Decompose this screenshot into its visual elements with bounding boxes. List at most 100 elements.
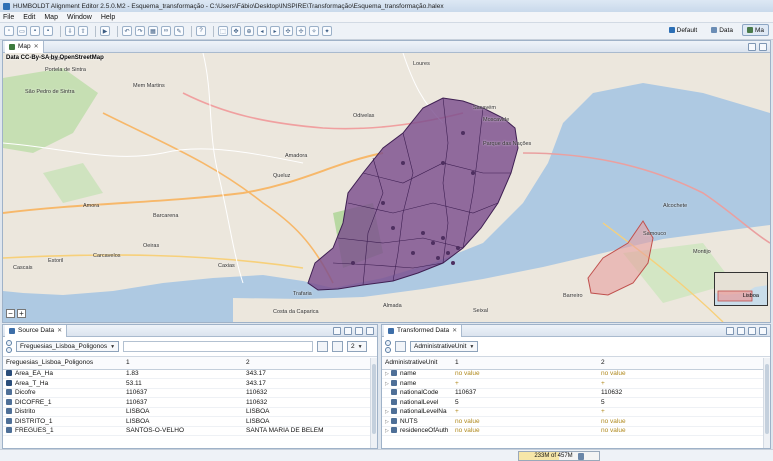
refresh-button[interactable] <box>395 341 406 352</box>
target-type-select[interactable]: AdministrativeUnit ▼ <box>410 341 479 352</box>
nav-forward-icon[interactable]: ▸ <box>270 26 280 36</box>
table-row[interactable]: Dicofre 110637 110632 <box>3 388 377 398</box>
zoom-tool-icon[interactable]: ⊕ <box>244 26 254 36</box>
radio-icon[interactable] <box>6 340 12 346</box>
extent-icon[interactable]: ✣ <box>283 26 293 36</box>
heap-label: 233M of 457M <box>534 453 573 459</box>
place-label: Carcavelos <box>93 253 121 259</box>
map-canvas[interactable]: Sintra Portela de Sintra São Pedro de Si… <box>3 53 770 322</box>
menu-map[interactable]: Map <box>44 14 58 21</box>
table-view-icon[interactable] <box>726 327 734 335</box>
redo-icon[interactable]: ↷ <box>135 26 145 36</box>
minimize-icon[interactable] <box>748 43 756 51</box>
cell-value: + <box>598 378 770 389</box>
radio-icon[interactable] <box>385 340 391 346</box>
undo-icon[interactable]: ↶ <box>122 26 132 36</box>
source-type-select[interactable]: Freguesias_Lisboa_Poligonos ▼ <box>16 341 120 352</box>
main-toolbar: ▫ ▭ ▪ ▪ ⇩ ⇧ ▶ ↶ ↷ ▦ ∞ ✎ ? ⬚ ✥ ⊕ ◂ ▸ ✣ ✢ … <box>0 23 773 40</box>
zoom-in-button[interactable]: + <box>17 309 26 318</box>
minimap-graphic <box>715 273 767 302</box>
column-header[interactable]: 2 <box>243 357 377 370</box>
table-row[interactable]: DICOFRE_1 110637 110632 <box>3 397 377 408</box>
zoom-out-button[interactable]: − <box>6 309 15 318</box>
column-header[interactable]: 2 <box>598 357 770 370</box>
vertical-scrollbar[interactable] <box>763 358 770 448</box>
menu-window[interactable]: Window <box>67 14 92 21</box>
tree-view-icon[interactable] <box>737 327 745 335</box>
scrollbar-thumb[interactable] <box>372 364 376 434</box>
perspective-data[interactable]: Data <box>706 24 738 36</box>
table-row[interactable]: Distrito LISBOA LISBOA <box>3 407 377 417</box>
place-label: Trafaria <box>293 291 312 297</box>
perspective-default[interactable]: Default <box>664 24 703 36</box>
open-folder-icon[interactable]: ▭ <box>17 26 27 36</box>
column-header[interactable]: Freguesias_Lisboa_Poligonos <box>3 357 123 370</box>
column-header[interactable]: AdministrativeUnit <box>382 357 452 370</box>
close-icon[interactable]: ✕ <box>34 43 39 50</box>
close-icon[interactable]: ✕ <box>57 327 62 334</box>
source-data-panel: Source Data ✕ Freguesias_Lisboa_Poligono… <box>2 324 378 449</box>
cell-value: SANTA MARIA DE BELÉM <box>243 426 377 436</box>
tab-map[interactable]: Map ✕ <box>5 40 44 53</box>
table-row[interactable]: ▷ NUTS no value no value <box>382 416 770 427</box>
table-row[interactable]: nationalCode 110637 110632 <box>382 388 770 398</box>
help-icon[interactable]: ? <box>196 26 206 36</box>
column-header[interactable]: 1 <box>123 357 243 370</box>
save-icon[interactable]: ▪ <box>30 26 40 36</box>
table-view-icon[interactable] <box>333 327 341 335</box>
refresh-button[interactable] <box>332 341 344 352</box>
save-as-icon[interactable]: ▪ <box>43 26 53 36</box>
comment-icon[interactable]: ✎ <box>174 26 184 36</box>
radio-icon[interactable] <box>385 347 391 353</box>
separator <box>60 25 61 37</box>
radio-icon[interactable] <box>6 347 12 353</box>
minimize-icon[interactable] <box>355 327 363 335</box>
table-row[interactable]: ▷ nationalLevelNa + + <box>382 407 770 417</box>
trash-icon[interactable] <box>577 452 584 460</box>
minimize-icon[interactable] <box>748 327 756 335</box>
perspective-label: Data <box>719 26 733 34</box>
table-row[interactable]: DISTRITO_1 LISBOA LISBOA <box>3 416 377 427</box>
source-filter-input[interactable] <box>123 341 314 352</box>
instance-count-select[interactable]: 2 ▼ <box>347 341 367 352</box>
minimap-label: Lisboa <box>742 293 759 299</box>
nav-icon[interactable]: ✧ <box>309 26 319 36</box>
import-icon[interactable]: ⇩ <box>65 26 75 36</box>
tab-transformed-data[interactable]: Transformed Data ✕ <box>384 324 463 337</box>
maximize-icon[interactable] <box>366 327 374 335</box>
clear-filter-button[interactable] <box>317 341 329 352</box>
heap-status[interactable]: 233M of 457M <box>518 451 600 461</box>
menu-help[interactable]: Help <box>101 14 115 21</box>
tree-view-icon[interactable] <box>344 327 352 335</box>
cell-value: LISBOA <box>243 416 377 427</box>
column-header[interactable]: 1 <box>452 357 598 370</box>
link-icon[interactable]: ∞ <box>161 26 171 36</box>
table-row[interactable]: ▷ name no value no value <box>382 369 770 379</box>
export-icon[interactable]: ⇧ <box>78 26 88 36</box>
menu-file[interactable]: File <box>3 14 14 21</box>
maximize-icon[interactable] <box>759 327 767 335</box>
table-row[interactable]: ▷ residenceOfAuth no value no value <box>382 426 770 436</box>
property-name: name <box>400 379 417 387</box>
run-icon[interactable]: ▶ <box>100 26 110 36</box>
new-file-icon[interactable]: ▫ <box>4 26 14 36</box>
nav-back-icon[interactable]: ◂ <box>257 26 267 36</box>
select-tool-icon[interactable]: ⬚ <box>218 26 228 36</box>
table-row[interactable]: nationalLevel 5 5 <box>382 397 770 408</box>
overview-minimap[interactable]: Lisboa <box>714 272 768 306</box>
table-row[interactable]: Area_EA_Ha 1.83 343.17 <box>3 369 377 379</box>
close-icon[interactable]: ✕ <box>452 327 457 334</box>
tab-source-data[interactable]: Source Data ✕ <box>5 324 68 337</box>
nav-icon[interactable]: ✢ <box>296 26 306 36</box>
maximize-icon[interactable] <box>759 43 767 51</box>
perspective-map[interactable]: Ma <box>741 24 769 36</box>
nav-icon[interactable]: ✦ <box>322 26 332 36</box>
table-row[interactable]: Area_T_Ha 53.11 343.17 <box>3 378 377 389</box>
vertical-scrollbar[interactable] <box>370 358 377 448</box>
menu-edit[interactable]: Edit <box>23 14 35 21</box>
pan-tool-icon[interactable]: ✥ <box>231 26 241 36</box>
scrollbar-thumb[interactable] <box>765 364 769 434</box>
table-row[interactable]: FREGUES_1 SANTOS-O-VELHO SANTA MARIA DE BE… <box>3 426 377 436</box>
table-row[interactable]: ▷ name + + <box>382 378 770 389</box>
schema-icon[interactable]: ▦ <box>148 26 158 36</box>
